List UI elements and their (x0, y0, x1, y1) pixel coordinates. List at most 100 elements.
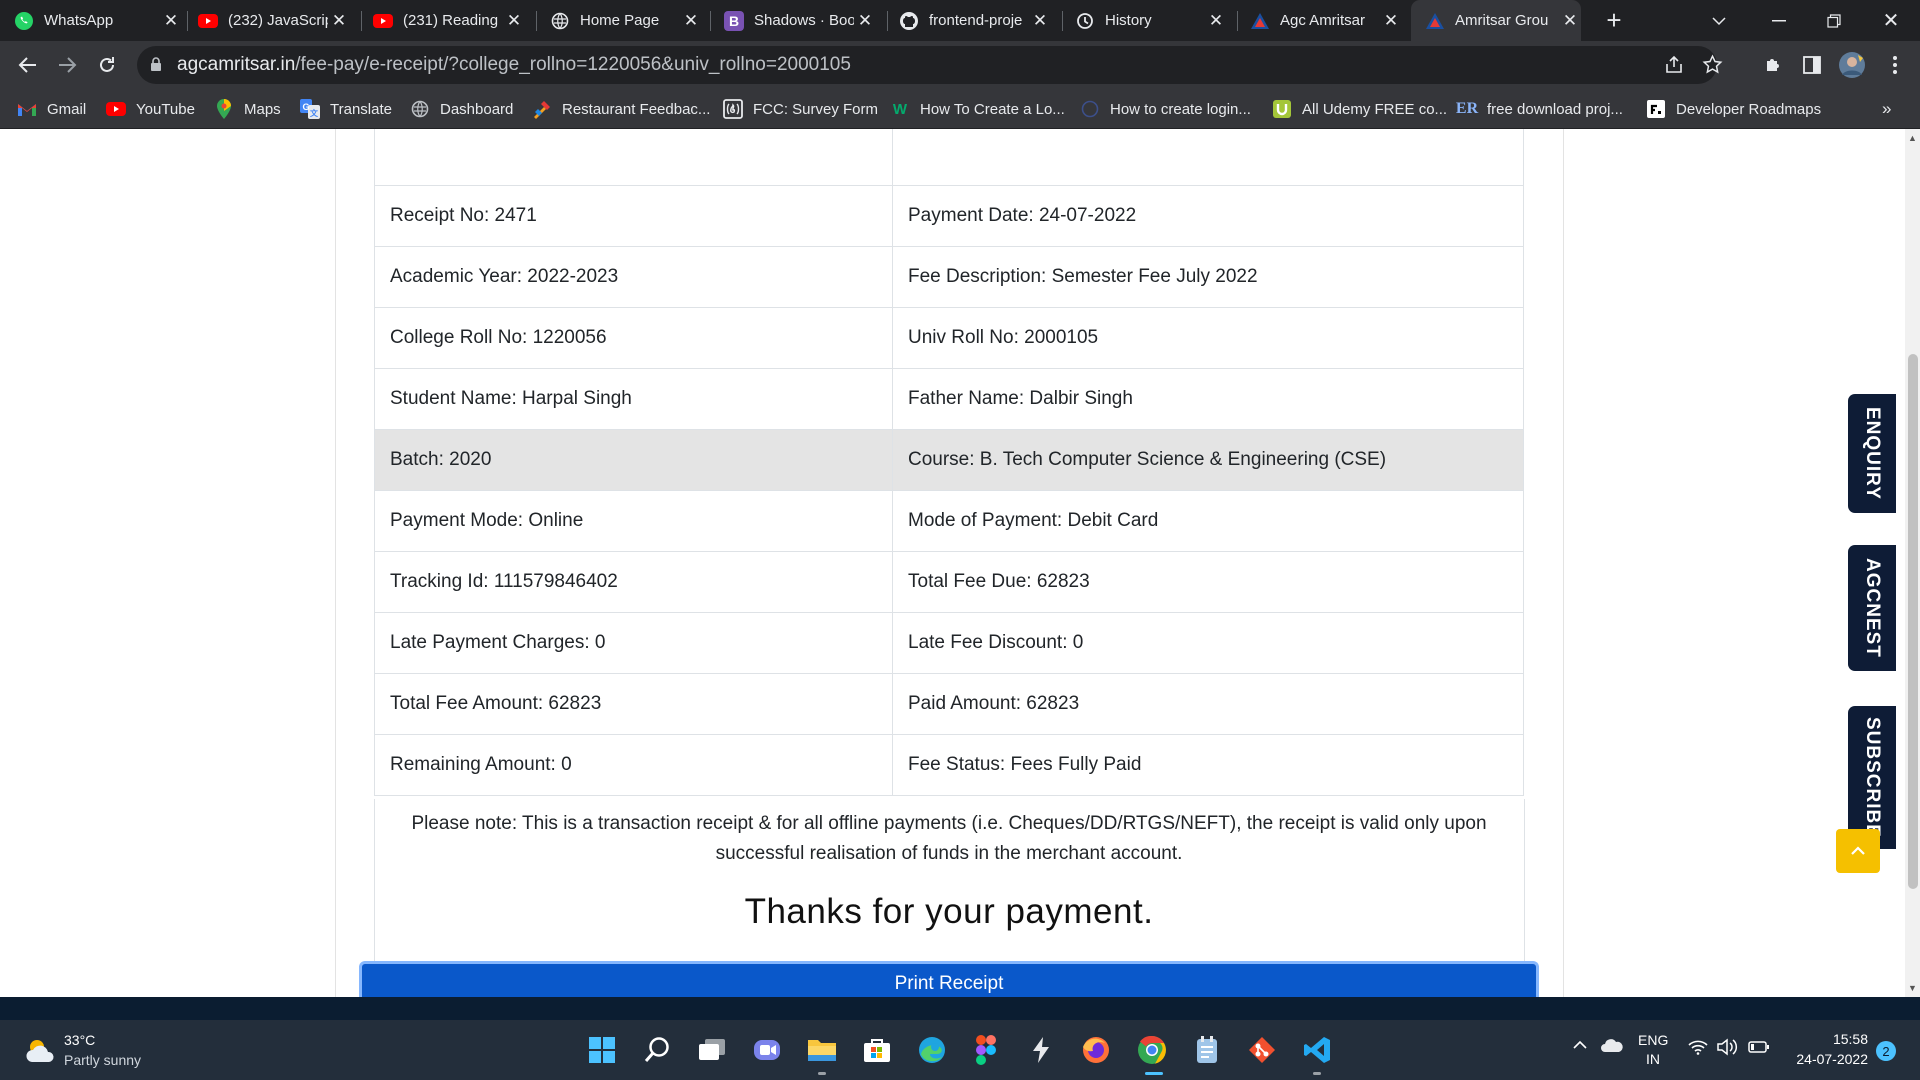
thanks-message: Thanks for your payment. (744, 892, 1154, 931)
star-icon[interactable] (1702, 54, 1723, 75)
bookmark-free-download-projects[interactable]: ER free download proj... (1456, 89, 1623, 129)
firefox-icon[interactable] (1078, 1032, 1114, 1068)
minimize-icon[interactable] (1764, 0, 1794, 41)
forward-icon[interactable] (51, 49, 83, 81)
subscribe-tab[interactable]: SUBSCRIBE (1848, 706, 1896, 849)
bookmark-restaurant-feedback[interactable]: Restaurant Feedbac... (532, 89, 710, 129)
lock-icon[interactable] (150, 57, 162, 72)
tab-search-icon[interactable] (1707, 0, 1731, 41)
chrome-icon[interactable] (1134, 1032, 1170, 1068)
bookmark-translate[interactable]: G 文 Translate (300, 89, 392, 129)
receipt-field-right: Late Fee Discount: 0 (892, 612, 1524, 674)
search-icon[interactable] (640, 1032, 676, 1068)
globe-icon (410, 99, 430, 119)
new-tab-button[interactable]: + (1598, 0, 1630, 41)
bookmark-how-to-create-login[interactable]: W How To Create a Lo... (890, 89, 1065, 129)
bookmark-maps[interactable]: Maps (214, 89, 281, 129)
agcnest-tab[interactable]: AGCNEST (1848, 545, 1896, 671)
receipt-note: Please note: This is a transaction recei… (411, 813, 1487, 864)
file-explorer-icon[interactable] (804, 1032, 840, 1068)
tab-whatsapp[interactable]: WhatsApp ✕ (14, 0, 182, 41)
bookmark-fcc-survey-form[interactable]: FCC: Survey Form (723, 89, 878, 129)
bookmark-gmail[interactable]: Gmail (17, 89, 86, 129)
bookmark-udemy-free-courses[interactable]: All Udemy FREE co... (1272, 89, 1447, 129)
enquiry-tab[interactable]: ENQUIRY (1848, 394, 1896, 513)
receipt-row: Tracking Id: 111579846402 Total Fee Due: … (374, 551, 1524, 613)
figma-icon[interactable] (968, 1032, 1004, 1068)
volume-icon[interactable] (1716, 1038, 1738, 1056)
receipt-row: Total Fee Amount: 62823 Paid Amount: 6282… (374, 673, 1524, 735)
weather-desc[interactable]: Partly sunny (64, 1052, 141, 1068)
close-icon[interactable]: ✕ (854, 10, 876, 32)
close-icon[interactable]: ✕ (1380, 10, 1402, 32)
receipt-field-left: Remaining Amount: 0 (374, 734, 893, 796)
close-icon[interactable]: ✕ (503, 10, 525, 32)
git-icon[interactable] (1244, 1032, 1280, 1068)
close-icon[interactable]: ✕ (680, 10, 702, 32)
bookmarks-overflow-button[interactable]: » (1882, 89, 1891, 129)
tab-history[interactable]: History ✕ (1075, 0, 1227, 41)
weather-icon[interactable] (24, 1038, 58, 1064)
print-receipt-button[interactable]: Print Receipt (359, 961, 1539, 997)
tab-github-frontend[interactable]: frontend-proje ✕ (899, 0, 1051, 41)
microsoft-store-icon[interactable] (859, 1032, 895, 1068)
tab-home-page[interactable]: Home Page ✕ (550, 0, 702, 41)
cursor-app-icon[interactable] (1023, 1032, 1059, 1068)
task-view-icon[interactable] (694, 1032, 730, 1068)
address-bar[interactable]: agcamritsar.in/fee-pay/e-receipt/?colleg… (137, 46, 1723, 84)
receipt-field-right: Fee Description: Semester Fee July 2022 (892, 246, 1524, 308)
w3-icon: W (892, 100, 908, 118)
scroll-to-top-button[interactable] (1836, 829, 1880, 873)
receipt-field-right: Univ Roll No: 2000105 (892, 307, 1524, 369)
teams-chat-icon[interactable] (749, 1032, 785, 1068)
url-text[interactable]: agcamritsar.in/fee-pay/e-receipt/?colleg… (177, 54, 851, 76)
tab-agc-amritsar[interactable]: Agc Amritsar ✕ (1250, 0, 1402, 41)
close-icon[interactable]: ✕ (1205, 10, 1227, 32)
tab-youtube-javascript[interactable]: (232) JavaScrip ✕ (198, 0, 350, 41)
battery-icon[interactable] (1748, 1040, 1770, 1054)
receipt-field-left: Payment Mode: Online (374, 490, 893, 552)
extensions-icon[interactable] (1757, 49, 1789, 81)
history-icon (1075, 11, 1095, 31)
tab-youtube-reading[interactable]: (231) Reading ✕ (373, 0, 525, 41)
bookmark-developer-roadmaps[interactable]: Developer Roadmaps (1646, 89, 1821, 129)
bookmark-youtube[interactable]: YouTube (106, 89, 195, 129)
notepad-icon[interactable] (1189, 1032, 1225, 1068)
scrollbar-thumb[interactable] (1908, 354, 1918, 889)
windows-start-icon[interactable] (584, 1032, 620, 1068)
tab-amritsar-group[interactable]: Amritsar Grou ✕ (1411, 0, 1581, 41)
bookmark-dashboard[interactable]: Dashboard (410, 89, 513, 129)
back-icon[interactable] (12, 49, 44, 81)
chevron-up-icon[interactable] (1572, 1040, 1588, 1050)
notification-badge[interactable]: 2 (1876, 1041, 1896, 1061)
tab-shadows-bootstrap[interactable]: B Shadows · Boo ✕ (724, 0, 876, 41)
page-scrollbar[interactable]: ▲ ▼ (1905, 129, 1920, 997)
reload-icon[interactable] (91, 49, 123, 81)
close-icon[interactable]: ✕ (1029, 10, 1051, 32)
edge-icon[interactable] (914, 1032, 950, 1068)
onedrive-icon[interactable] (1600, 1037, 1624, 1053)
bookmarks-bar: Gmail YouTube Maps G 文 Translate Dashboard… (0, 89, 1920, 129)
close-icon[interactable]: ✕ (1559, 10, 1581, 32)
youtube-icon (373, 11, 393, 31)
share-icon[interactable] (1664, 55, 1684, 75)
scroll-down-arrow-icon[interactable]: ▼ (1908, 983, 1917, 993)
restore-icon[interactable] (1819, 0, 1849, 41)
avatar[interactable] (1836, 49, 1868, 81)
vscode-icon[interactable] (1299, 1032, 1335, 1068)
window-close-icon[interactable]: ✕ (1876, 0, 1906, 41)
weather-temp[interactable]: 33°C (64, 1032, 95, 1048)
clock[interactable]: 15:58 24-07-2022 (1788, 1031, 1868, 1067)
receipt-field-right: Mode of Payment: Debit Card (892, 490, 1524, 552)
scroll-up-arrow-icon[interactable]: ▲ (1908, 133, 1917, 143)
page-content: Receipt No: 2471 Payment Date: 24-07-2022… (0, 129, 1905, 997)
menu-dots-icon[interactable] (1879, 49, 1911, 81)
receipt-row: Batch: 2020 Course: B. Tech Computer Scie… (374, 429, 1524, 491)
close-icon[interactable]: ✕ (160, 10, 182, 32)
language-indicator[interactable]: ENG IN (1638, 1032, 1668, 1067)
side-panel-icon[interactable] (1796, 49, 1828, 81)
receipt-row: Payment Mode: Online Mode of Payment: Deb… (374, 490, 1524, 552)
bookmark-how-to-create-login-2[interactable]: How to create login... (1080, 89, 1251, 129)
close-icon[interactable]: ✕ (328, 10, 350, 32)
wifi-icon[interactable] (1688, 1039, 1708, 1055)
